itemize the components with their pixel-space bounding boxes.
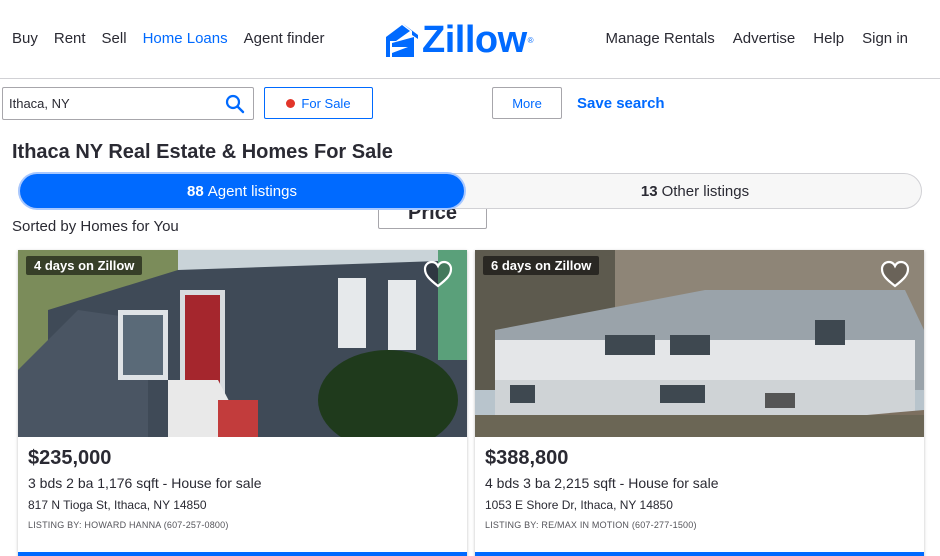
location-search bbox=[2, 87, 254, 120]
search-icon[interactable] bbox=[225, 94, 245, 114]
nav-agent-finder[interactable]: Agent finder bbox=[244, 30, 325, 47]
card-bottom-bar bbox=[18, 552, 467, 556]
page-title: Ithaca NY Real Estate & Homes For Sale bbox=[12, 141, 393, 163]
house-photo-image bbox=[475, 250, 924, 437]
other-listings-label: Other listings bbox=[661, 182, 750, 200]
nav-home-loans[interactable]: Home Loans bbox=[143, 30, 228, 47]
house-photo-image bbox=[18, 250, 467, 437]
days-on-zillow-badge: 6 days on Zillow bbox=[483, 256, 600, 275]
heart-icon[interactable] bbox=[423, 260, 453, 288]
listing-details: 3 bds 2 ba 1,176 sqft - House for sale bbox=[28, 475, 262, 491]
listing-photo[interactable]: 6 days on Zillow bbox=[475, 250, 924, 437]
agent-listings-tab[interactable]: 88 Agent listings bbox=[20, 174, 464, 208]
other-listings-tab[interactable]: 13 Other listings bbox=[469, 174, 921, 208]
site-header: Buy Rent Sell Home Loans Agent finder Zi… bbox=[0, 0, 940, 79]
more-filters-button[interactable]: More bbox=[492, 87, 562, 119]
agent-listings-label: Agent listings bbox=[207, 182, 297, 200]
registered-mark: ® bbox=[527, 35, 534, 45]
card-bottom-bar bbox=[475, 552, 924, 556]
zillow-logo-icon bbox=[386, 23, 418, 57]
listing-price: $388,800 bbox=[485, 447, 569, 469]
save-search-button[interactable]: Save search bbox=[577, 95, 665, 112]
listing-agent: LISTING BY: HOWARD HANNA (607-257-0800) bbox=[28, 520, 229, 530]
days-on-zillow-badge: 4 days on Zillow bbox=[26, 256, 143, 275]
zillow-logo[interactable]: Zillow ® bbox=[386, 19, 534, 61]
nav-sign-in[interactable]: Sign in bbox=[862, 30, 908, 47]
nav-sell[interactable]: Sell bbox=[102, 30, 127, 47]
listing-card[interactable]: 6 days on Zillow $388,800 4 bds 3 ba 2,2… bbox=[475, 250, 924, 556]
listing-type-toggle: 88 Agent listings 13 Other listings bbox=[18, 173, 922, 209]
listing-agent: LISTING BY: RE/MAX IN MOTION (607-277-15… bbox=[485, 520, 697, 530]
agent-listings-count: 88 bbox=[187, 182, 204, 200]
nav-manage-rentals[interactable]: Manage Rentals bbox=[606, 30, 715, 47]
for-sale-filter-button[interactable]: For Sale bbox=[264, 87, 373, 119]
other-listings-count: 13 bbox=[640, 182, 658, 200]
listing-details: 4 bds 3 ba 2,215 sqft - House for sale bbox=[485, 475, 719, 491]
for-sale-label: For Sale bbox=[301, 95, 351, 111]
listing-price: $235,000 bbox=[28, 447, 112, 469]
search-input[interactable] bbox=[9, 96, 219, 111]
for-sale-dot-icon bbox=[286, 98, 296, 108]
listing-address: 817 N Tioga St, Ithaca, NY 14850 bbox=[28, 498, 207, 512]
sort-label[interactable]: Sorted by Homes for You bbox=[12, 218, 179, 235]
zillow-wordmark: Zillow bbox=[422, 19, 527, 61]
nav-help[interactable]: Help bbox=[813, 30, 844, 47]
nav-rent[interactable]: Rent bbox=[54, 30, 86, 47]
listing-address: 1053 E Shore Dr, Ithaca, NY 14850 bbox=[485, 498, 673, 512]
listing-card[interactable]: 4 days on Zillow $235,000 3 bds 2 ba 1,1… bbox=[18, 250, 467, 556]
nav-buy[interactable]: Buy bbox=[12, 30, 38, 47]
primary-nav: Buy Rent Sell Home Loans Agent finder bbox=[12, 30, 341, 47]
secondary-nav: Manage Rentals Advertise Help Sign in bbox=[588, 30, 909, 47]
nav-advertise[interactable]: Advertise bbox=[733, 30, 796, 47]
listing-photo[interactable]: 4 days on Zillow bbox=[18, 250, 467, 437]
heart-icon[interactable] bbox=[880, 260, 910, 288]
